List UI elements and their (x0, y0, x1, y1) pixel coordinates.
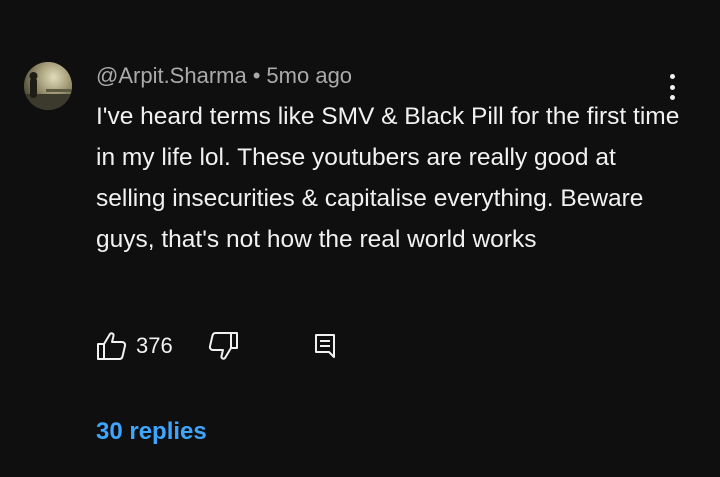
dislike-button[interactable] (207, 331, 239, 361)
reply-button[interactable] (313, 332, 337, 360)
thumbs-down-icon (208, 332, 238, 360)
comment-text: I've heard terms like SMV & Black Pill f… (96, 103, 680, 253)
like-button[interactable]: 376 (96, 331, 173, 361)
author-name[interactable]: @Arpit.Sharma (96, 63, 247, 88)
comment-icon (314, 334, 335, 358)
comment-item: @Arpit.Sharma • 5mo ago I've heard terms l… (0, 0, 720, 477)
avatar[interactable] (24, 62, 72, 110)
comment-actions: 376 (96, 328, 337, 364)
view-replies-button[interactable]: 30 replies (96, 416, 207, 448)
like-count: 376 (136, 333, 173, 358)
thumbs-up-icon (97, 332, 127, 360)
comment-meta: @Arpit.Sharma • 5mo ago (96, 62, 352, 90)
avatar-photo-icon (24, 62, 72, 110)
comment-timestamp[interactable]: 5mo ago (266, 63, 352, 88)
meta-separator: • (252, 63, 261, 88)
